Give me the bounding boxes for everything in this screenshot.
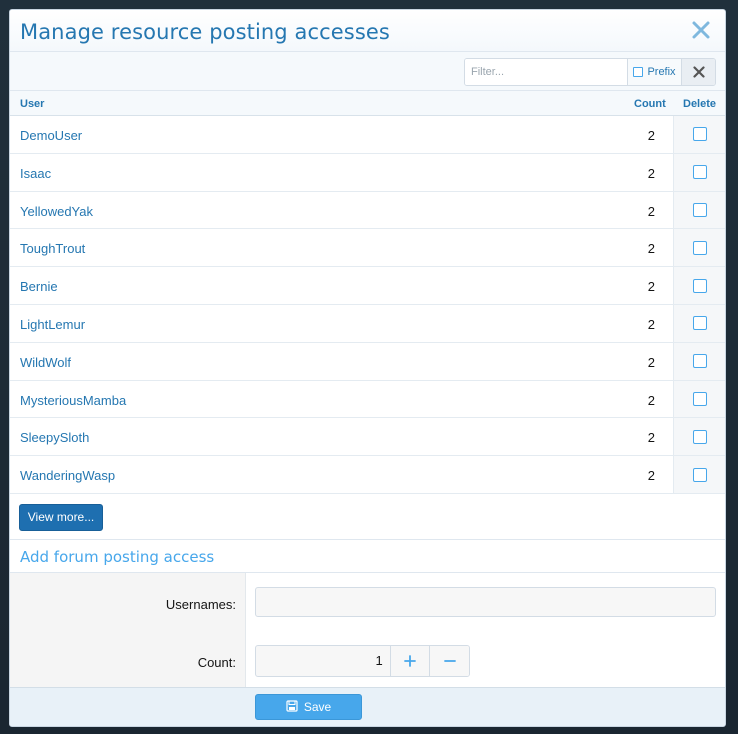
- table-row: WildWolf 2: [10, 342, 725, 381]
- prefix-label: Prefix: [647, 66, 676, 78]
- row-delete-cell: [673, 418, 725, 456]
- dialog-header: Manage resource posting accesses: [10, 10, 725, 52]
- row-username-link[interactable]: Isaac: [20, 166, 51, 181]
- delete-checkbox[interactable]: [692, 278, 707, 293]
- table-row: YellowedYak 2: [10, 191, 725, 230]
- add-access-title: Add forum posting access: [20, 547, 215, 566]
- save-button[interactable]: Save: [255, 694, 362, 720]
- column-header-delete: Delete: [683, 98, 717, 110]
- row-username-link[interactable]: ToughTrout: [20, 241, 85, 256]
- delete-checkbox[interactable]: [692, 391, 707, 406]
- row-count: 2: [647, 468, 655, 484]
- row-delete-cell: [673, 342, 725, 380]
- form-input-column: 1: [246, 573, 725, 690]
- plus-icon[interactable]: [389, 645, 430, 676]
- row-count: 2: [647, 354, 655, 370]
- row-delete-cell: [673, 191, 725, 229]
- table-row: Bernie 2: [10, 267, 725, 305]
- add-access-form: Usernames: Count: 1: [10, 572, 725, 690]
- prefix-toggle[interactable]: Prefix: [627, 59, 681, 85]
- filter-bar: Prefix: [10, 52, 725, 91]
- save-label: Save: [303, 700, 332, 714]
- close-icon[interactable]: [690, 19, 712, 41]
- row-count: 2: [647, 128, 655, 143]
- delete-checkbox[interactable]: [692, 240, 707, 255]
- row-count: 2: [647, 392, 655, 408]
- row-count: 2: [647, 316, 655, 332]
- delete-checkbox[interactable]: [692, 354, 707, 369]
- minus-icon[interactable]: [429, 645, 469, 676]
- view-more-area: View more...: [10, 494, 725, 540]
- table-row: SleepySloth 2: [10, 418, 725, 457]
- row-count: 2: [647, 203, 655, 219]
- row-count: 2: [647, 279, 655, 295]
- delete-checkbox[interactable]: [692, 467, 707, 482]
- row-username-link[interactable]: WildWolf: [20, 355, 71, 370]
- table-row: DemoUser 2: [10, 116, 725, 154]
- row-username-link[interactable]: LightLemur: [20, 317, 85, 332]
- row-count: 2: [647, 241, 655, 257]
- form-label-column: Usernames: Count:: [10, 572, 246, 690]
- delete-checkbox[interactable]: [692, 429, 707, 444]
- manage-access-dialog: Manage resource posting accesses Prefix …: [9, 9, 726, 727]
- row-delete-cell: [673, 153, 725, 191]
- row-username-link[interactable]: WanderingWasp: [20, 468, 115, 483]
- table-row: LightLemur 2: [10, 304, 725, 343]
- count-stepper: 1: [255, 644, 470, 677]
- delete-checkbox[interactable]: [692, 165, 707, 180]
- row-delete-cell: [673, 456, 725, 493]
- row-count: 2: [647, 165, 655, 181]
- usernames-label: Usernames:: [165, 596, 236, 612]
- dialog-title: Manage resource posting accesses: [20, 20, 390, 44]
- table-row: ToughTrout 2: [10, 229, 725, 268]
- table-row: WanderingWasp 2: [10, 456, 725, 494]
- row-delete-cell: [673, 380, 725, 418]
- row-delete-cell: [673, 229, 725, 267]
- delete-checkbox[interactable]: [692, 202, 707, 217]
- table-header: User Count Delete: [10, 91, 725, 116]
- column-header-user: User: [20, 98, 45, 110]
- row-username-link[interactable]: MysteriousMamba: [20, 393, 126, 408]
- access-list: DemoUser 2 Isaac 2 YellowedYak 2 ToughTr…: [10, 116, 725, 494]
- row-username-link[interactable]: DemoUser: [20, 128, 82, 143]
- row-count: 2: [647, 430, 655, 446]
- row-delete-cell: [673, 116, 725, 153]
- filter-group: Prefix: [464, 58, 716, 86]
- save-icon: [286, 699, 298, 715]
- count-input[interactable]: 1: [256, 646, 390, 676]
- table-row: MysteriousMamba 2: [10, 380, 725, 419]
- row-username-link[interactable]: SleepySloth: [20, 430, 89, 445]
- delete-checkbox[interactable]: [692, 127, 707, 142]
- prefix-checkbox[interactable]: [633, 67, 644, 77]
- column-header-count: Count: [634, 98, 666, 110]
- row-delete-cell: [673, 304, 725, 342]
- table-row: Isaac 2: [10, 153, 725, 192]
- row-username-link[interactable]: Bernie: [20, 279, 58, 294]
- row-delete-cell: [673, 267, 725, 304]
- count-label: Count:: [197, 654, 236, 670]
- filter-input[interactable]: [465, 59, 627, 85]
- clear-icon[interactable]: [681, 59, 715, 85]
- usernames-field[interactable]: [255, 586, 716, 617]
- add-access-section-header: Add forum posting access: [10, 540, 725, 573]
- row-username-link[interactable]: YellowedYak: [20, 204, 93, 219]
- view-more-button[interactable]: View more...: [19, 503, 103, 531]
- delete-checkbox[interactable]: [692, 316, 707, 331]
- form-footer: Save: [10, 687, 725, 726]
